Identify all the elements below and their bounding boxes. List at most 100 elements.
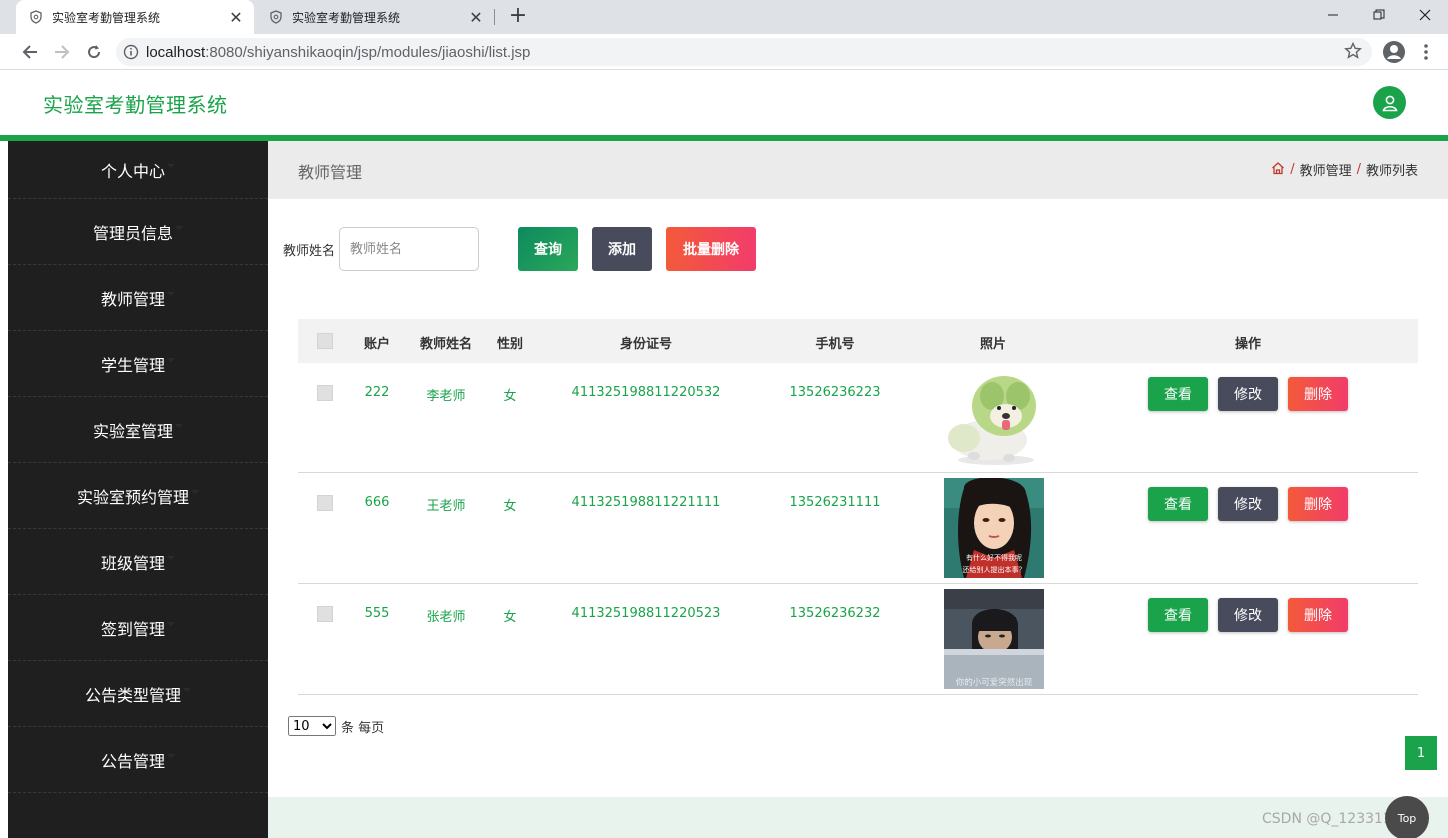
minimize-icon[interactable] xyxy=(1310,0,1356,30)
cell-name: 张老师 xyxy=(426,610,466,625)
caret-down-icon xyxy=(167,621,175,626)
app-title: 实验室考勤管理系统 xyxy=(43,93,228,117)
delete-button[interactable]: 删除 xyxy=(1288,598,1348,632)
reload-icon[interactable] xyxy=(82,40,106,64)
browser-tab-inactive[interactable]: 实验室考勤管理系统 ✕ xyxy=(256,0,494,34)
user-icon[interactable] xyxy=(1373,86,1406,119)
close-window-icon[interactable] xyxy=(1402,0,1448,30)
svg-text:你的小可爱突然出现: 你的小可爱突然出现 xyxy=(956,677,1033,688)
profile-icon[interactable] xyxy=(1382,40,1406,64)
url-text: localhost:8080/shiyanshikaoqin/jsp/modul… xyxy=(146,43,531,61)
teacher-photo: 有什么好不得我呢 还给别人提出本事？ xyxy=(944,478,1044,578)
cell-account: 222 xyxy=(364,385,390,400)
shield-icon xyxy=(268,9,284,25)
edit-button[interactable]: 修改 xyxy=(1218,487,1278,521)
breadcrumb-separator: / xyxy=(1356,162,1361,177)
sidebar-item-label: 公告类型管理 xyxy=(84,685,181,705)
breadcrumb-bar: 教师管理 / 教师管理 / 教师列表 xyxy=(268,141,1448,199)
table-row: 555 张老师 女 411325198811220523 13526236232… xyxy=(298,584,1418,695)
row-checkbox[interactable] xyxy=(317,385,333,401)
close-icon[interactable]: ✕ xyxy=(464,8,488,27)
back-to-top-button[interactable]: Top xyxy=(1385,796,1429,838)
breadcrumb-item[interactable]: 教师管理 xyxy=(1300,160,1352,179)
edit-button[interactable]: 修改 xyxy=(1218,377,1278,411)
select-all-checkbox[interactable] xyxy=(317,333,333,349)
caret-down-icon xyxy=(183,687,191,692)
delete-button[interactable]: 删除 xyxy=(1288,487,1348,521)
view-button[interactable]: 查看 xyxy=(1148,377,1208,411)
teacher-table: 账户 教师姓名 性别 身份证号 手机号 照片 操作 222 李老师 女 4113… xyxy=(298,319,1418,695)
header-actions: 操作 xyxy=(1234,337,1262,352)
close-icon[interactable]: ✕ xyxy=(224,8,248,27)
caret-down-icon xyxy=(167,357,175,362)
sidebar-item-label: 学生管理 xyxy=(100,355,165,375)
sidebar-item-label: 签到管理 xyxy=(100,619,165,639)
sidebar-item-notice-management[interactable]: 公告管理 xyxy=(8,727,268,793)
breadcrumb: / 教师管理 / 教师列表 xyxy=(1271,160,1418,179)
row-checkbox[interactable] xyxy=(317,606,333,622)
back-arrow-icon[interactable] xyxy=(18,40,42,64)
cell-account: 666 xyxy=(364,495,390,510)
sidebar-item-label: 个人中心 xyxy=(100,161,165,181)
sidebar-item-label: 实验室预约管理 xyxy=(76,487,189,507)
info-icon[interactable] xyxy=(116,44,146,60)
sidebar-item-lab-management[interactable]: 实验室管理 xyxy=(8,397,268,463)
cell-phone: 13526231111 xyxy=(789,495,881,510)
edit-button[interactable]: 修改 xyxy=(1218,598,1278,632)
cell-gender: 女 xyxy=(503,389,517,404)
header-gender: 性别 xyxy=(496,337,524,352)
sidebar-item-label: 班级管理 xyxy=(100,553,165,573)
sidebar-item-admin-info[interactable]: 管理员信息 xyxy=(8,199,268,265)
header-name: 教师姓名 xyxy=(419,337,473,352)
cell-gender: 女 xyxy=(503,610,517,625)
sidebar: 个人中心 管理员信息 教师管理 学生管理 实验室管理 实验室预约管理 班级管理 … xyxy=(8,141,268,838)
page-size-select[interactable]: 10 xyxy=(288,716,336,736)
address-bar[interactable]: localhost:8080/shiyanshikaoqin/jsp/modul… xyxy=(116,38,1372,66)
table-row: 222 李老师 女 411325198811220532 13526236223 xyxy=(298,363,1418,473)
sidebar-item-notice-type[interactable]: 公告类型管理 xyxy=(8,661,268,727)
caret-down-icon xyxy=(167,753,175,758)
app-header: 实验室考勤管理系统 xyxy=(0,71,1448,135)
browser-toolbar: localhost:8080/shiyanshikaoqin/jsp/modul… xyxy=(0,34,1448,70)
row-checkbox[interactable] xyxy=(317,495,333,511)
tab-title: 实验室考勤管理系统 xyxy=(52,10,161,25)
header-account: 账户 xyxy=(363,337,391,352)
sidebar-item-label: 教师管理 xyxy=(100,289,165,309)
more-vert-icon[interactable] xyxy=(1420,42,1432,62)
tab-separator xyxy=(494,9,495,25)
caret-down-icon xyxy=(175,225,183,230)
cell-id-number: 411325198811220532 xyxy=(571,385,721,400)
page-title: 教师管理 xyxy=(298,163,363,182)
restore-icon[interactable] xyxy=(1356,0,1402,30)
delete-button[interactable]: 删除 xyxy=(1288,377,1348,411)
shield-icon xyxy=(28,9,44,25)
sidebar-item-student-management[interactable]: 学生管理 xyxy=(8,331,268,397)
header-id-number: 身份证号 xyxy=(619,337,673,352)
home-icon[interactable] xyxy=(1271,161,1285,179)
cell-name: 李老师 xyxy=(426,389,466,404)
cell-phone: 13526236223 xyxy=(789,385,881,400)
sidebar-item-teacher-management[interactable]: 教师管理 xyxy=(8,265,268,331)
tab-title: 实验室考勤管理系统 xyxy=(292,10,401,25)
teacher-name-input[interactable] xyxy=(339,227,480,271)
view-button[interactable]: 查看 xyxy=(1148,598,1208,632)
cell-id-number: 411325198811221111 xyxy=(571,495,721,510)
sidebar-item-personal-center[interactable]: 个人中心 xyxy=(8,141,268,199)
forward-arrow-icon[interactable] xyxy=(50,40,74,64)
page-number-button[interactable]: 1 xyxy=(1405,736,1437,770)
browser-tab-active[interactable]: 实验室考勤管理系统 ✕ xyxy=(16,0,254,34)
cell-account: 555 xyxy=(364,606,390,621)
sidebar-item-checkin-management[interactable]: 签到管理 xyxy=(8,595,268,661)
query-button[interactable]: 查询 xyxy=(518,227,578,271)
teacher-photo: 你的小可爱突然出现 xyxy=(944,589,1044,689)
search-label: 教师姓名 xyxy=(283,243,336,259)
browser-tabstrip: 实验室考勤管理系统 ✕ 实验室考勤管理系统 ✕ + xyxy=(0,0,1448,34)
star-icon[interactable] xyxy=(1344,41,1362,64)
sidebar-item-label: 公告管理 xyxy=(100,751,165,771)
batch-delete-button[interactable]: 批量删除 xyxy=(666,227,756,271)
view-button[interactable]: 查看 xyxy=(1148,487,1208,521)
add-button[interactable]: 添加 xyxy=(592,227,652,271)
new-tab-icon[interactable]: + xyxy=(506,5,530,29)
sidebar-item-class-management[interactable]: 班级管理 xyxy=(8,529,268,595)
sidebar-item-lab-reservation[interactable]: 实验室预约管理 xyxy=(8,463,268,529)
